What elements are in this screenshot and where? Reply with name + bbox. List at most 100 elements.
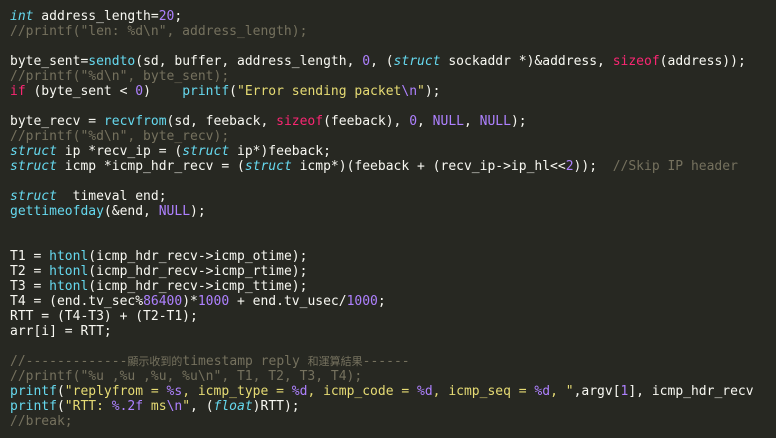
code-token: //printf("%u ,%u ,%u, %u\n", T1, T2, T3,…	[10, 369, 363, 384]
code-line[interactable]: struct timeval end;	[10, 189, 754, 204]
code-token: (icmp_hdr_recv->icmp_ttime);	[88, 279, 308, 294]
code-token: sizeof	[612, 54, 660, 69]
code-line[interactable]: struct ip *recv_ip = (struct ip*)feeback…	[10, 144, 754, 159]
code-line[interactable]: //break;	[10, 414, 754, 429]
code-token: timeval end;	[56, 189, 167, 204]
code-token: ------	[362, 354, 410, 369]
code-line[interactable]	[10, 234, 754, 249]
code-token: , icmp_code =	[307, 384, 418, 399]
code-token: printf	[10, 399, 57, 414]
code-token: htonl	[49, 279, 89, 294]
code-token: if	[10, 84, 26, 99]
code-token: + end.tv_usec/	[229, 294, 347, 309]
code-token: ;	[174, 9, 183, 24]
code-line[interactable]: RTT = (T4-T3) + (T2-T1);	[10, 309, 754, 324]
code-line[interactable]: //printf("len: %d\n", address_length);	[10, 24, 754, 39]
code-line[interactable]: if (byte_sent < 0) printf("Error sending…	[10, 84, 754, 99]
code-line[interactable]	[10, 339, 754, 354]
code-editor[interactable]: int address_length=20;//printf("len: %d\…	[10, 9, 754, 429]
code-token: struct	[244, 159, 292, 174]
code-token: RTT = (T4-T3) + (T2-T1);	[10, 309, 198, 324]
code-token: (icmp_hdr_recv->icmp_otime);	[88, 249, 308, 264]
code-token: )*	[182, 294, 198, 309]
code-token: ;	[377, 294, 386, 309]
code-line[interactable]	[10, 99, 754, 114]
code-token: 2	[565, 159, 574, 174]
code-token: recvfrom	[103, 114, 167, 129]
code-token: (	[56, 399, 65, 414]
code-token: byte_sent=	[10, 54, 89, 69]
code-token: 0	[135, 84, 144, 99]
code-line[interactable]: T3 = htonl(icmp_hdr_recv->icmp_ttime);	[10, 279, 754, 294]
code-line[interactable]: //printf("%u ,%u ,%u, %u\n", T1, T2, T3,…	[10, 369, 754, 384]
code-token: byte_recv =	[10, 114, 104, 129]
code-token: 顯示收到的	[127, 355, 183, 368]
code-token: "	[417, 84, 425, 99]
code-line[interactable]: arr[i] = RTT;	[10, 324, 754, 339]
code-token: timestamp reply	[182, 354, 308, 369]
code-token: 0	[362, 54, 371, 69]
code-token: (sd, buffer, address_length,	[135, 54, 363, 69]
code-token: NULL	[479, 114, 511, 129]
code-line[interactable]: struct icmp *icmp_hdr_recv = (struct icm…	[10, 159, 754, 174]
code-line[interactable]: //printf("%d\n", byte_recv);	[10, 129, 754, 144]
code-token: ,	[417, 114, 433, 129]
code-token: ms	[143, 399, 167, 414]
code-token: gettimeofday	[10, 204, 104, 219]
code-line[interactable]	[10, 219, 754, 234]
code-line[interactable]: int address_length=20;	[10, 9, 754, 24]
code-token: "	[182, 399, 191, 414]
code-token: htonl	[49, 264, 89, 279]
code-line[interactable]: //printf("%d\n", byte_sent);	[10, 69, 754, 84]
code-token: 86400	[143, 294, 183, 309]
code-token: , icmp_type =	[182, 384, 292, 399]
code-token: (	[56, 384, 65, 399]
code-token: icmp*)(feeback + (recv_ip->ip_hl<<	[291, 159, 566, 174]
code-line[interactable]: printf("RTT: %.2f ms\n", (float)RTT);	[10, 399, 754, 414]
code-token: //printf("%d\n", byte_recv);	[10, 129, 230, 144]
code-token: //printf("len: %d\n", address_length);	[10, 24, 308, 39]
code-line[interactable]: T1 = htonl(icmp_hdr_recv->icmp_otime);	[10, 249, 754, 264]
code-token: //-------------	[10, 354, 128, 369]
code-line[interactable]: gettimeofday(&end, NULL);	[10, 204, 754, 219]
code-token: (icmp_hdr_recv->icmp_rtime);	[88, 264, 308, 279]
code-token: \n	[401, 84, 418, 99]
code-token: );	[190, 204, 206, 219]
code-line[interactable]: //-------------顯示收到的timestamp reply 和運算結…	[10, 354, 754, 369]
code-line[interactable]: byte_recv = recvfrom(sd, feeback, sizeof…	[10, 114, 754, 129]
code-token: %d	[417, 384, 433, 399]
code-token: %s	[166, 384, 183, 399]
code-line[interactable]	[10, 39, 754, 54]
code-token: )RTT);	[252, 399, 300, 414]
code-token: sizeof	[276, 114, 324, 129]
code-token: (address));	[659, 54, 746, 69]
code-token: arr[i] = RTT;	[10, 324, 112, 339]
code-token: struct	[10, 144, 57, 159]
code-token: "Error sending packet	[237, 84, 402, 99]
code-token: T1 =	[10, 249, 50, 264]
code-token: %d	[291, 384, 308, 399]
code-token: (feeback),	[323, 114, 410, 129]
code-token: struct	[182, 144, 230, 159]
code-line[interactable]: byte_sent=sendto(sd, buffer, address_len…	[10, 54, 754, 69]
code-token: sockaddr *)&address,	[440, 54, 613, 69]
code-token: , "	[550, 384, 574, 399]
code-token: float	[213, 399, 253, 414]
code-token: (	[229, 84, 237, 99]
code-line[interactable]	[10, 174, 754, 189]
code-token: ,argv[	[573, 384, 621, 399]
code-token: 20	[158, 9, 175, 24]
code-token: 和運算結果	[307, 355, 363, 368]
code-token: address_length=	[33, 9, 159, 24]
code-token: htonl	[49, 249, 89, 264]
code-token: )	[143, 84, 183, 99]
code-line[interactable]: T2 = htonl(icmp_hdr_recv->icmp_rtime);	[10, 264, 754, 279]
code-token: 0	[409, 114, 418, 129]
code-line[interactable]: T4 = (end.tv_sec%86400)*1000 + end.tv_us…	[10, 294, 754, 309]
code-token: , (	[190, 399, 214, 414]
code-line[interactable]: printf("replyfrom = %s, icmp_type = %d, …	[10, 384, 754, 399]
code-token: icmp *icmp_hdr_recv = (	[56, 159, 245, 174]
code-token: sendto	[88, 54, 136, 69]
code-token: struct	[10, 189, 57, 204]
code-token: //Skip IP header	[612, 159, 738, 174]
